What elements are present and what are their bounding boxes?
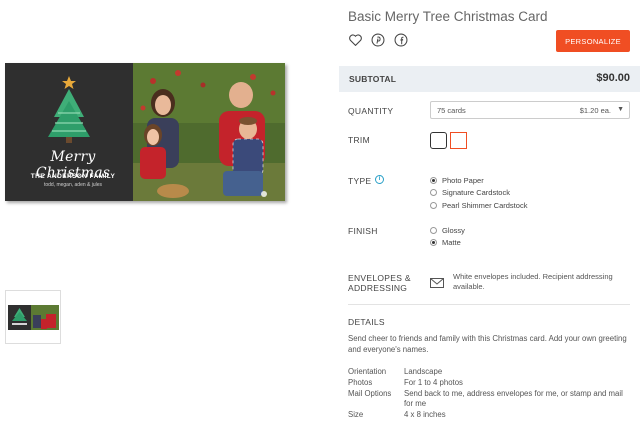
card-thumbnail[interactable]	[5, 290, 61, 344]
spec-label-orientation: Orientation	[348, 367, 387, 376]
card-family-members: todd, megan, aden & jules	[43, 182, 103, 188]
heart-icon[interactable]	[348, 33, 362, 47]
chevron-down-icon: ▼	[617, 106, 624, 113]
finish-label: FINISH	[348, 226, 378, 236]
family-photo	[133, 63, 285, 201]
finish-option-glossy[interactable]: Glossy	[430, 226, 465, 235]
type-option-photo-paper[interactable]: Photo Paper	[430, 176, 484, 185]
spec-value-size: 4 x 8 inches	[404, 410, 446, 419]
quantity-selected-value: 75 cards	[437, 106, 466, 115]
quantity-select[interactable]: 75 cards $1.20 ea. ▼	[430, 101, 630, 119]
spec-label-photos: Photos	[348, 378, 373, 387]
finish-option-label: Glossy	[442, 226, 465, 235]
facebook-icon[interactable]	[394, 33, 408, 47]
envelopes-label-line1: ENVELOPES &	[348, 273, 411, 283]
spec-label-size: Size	[348, 410, 364, 419]
card-design-panel: Merry Christmas THE ANDERSON FAMILY todd…	[5, 63, 133, 201]
radio-checked[interactable]	[430, 239, 437, 246]
radio-unchecked[interactable]	[430, 202, 437, 209]
quantity-unit-price: $1.20 ea.	[579, 106, 611, 115]
spec-value-orientation: Landscape	[404, 367, 443, 376]
type-label: TYPE	[348, 176, 372, 186]
personalize-button[interactable]: PERSONALIZE	[556, 30, 630, 52]
spec-value-photos: For 1 to 4 photos	[404, 378, 463, 387]
trim-label: TRIM	[348, 135, 370, 145]
trim-square-option[interactable]	[450, 132, 467, 149]
share-actions	[348, 33, 408, 47]
details-heading: DETAILS	[348, 317, 385, 327]
type-option-label: Pearl Shimmer Cardstock	[442, 201, 528, 210]
photo-edit-dot[interactable]	[261, 191, 267, 197]
type-option-signature-cardstock[interactable]: Signature Cardstock	[430, 188, 510, 197]
envelopes-description: White envelopes included. Recipient addr…	[453, 272, 613, 291]
envelope-icon	[430, 275, 444, 293]
pinterest-icon[interactable]	[371, 33, 385, 47]
spec-label-mail-options: Mail Options	[348, 389, 392, 398]
type-option-label: Signature Cardstock	[442, 188, 510, 197]
radio-unchecked[interactable]	[430, 189, 437, 196]
envelopes-label-line2: ADDRESSING	[348, 283, 408, 293]
type-option-pearl-shimmer[interactable]: Pearl Shimmer Cardstock	[430, 201, 527, 210]
spec-value-mail-options: Send back to me, address envelopes for m…	[404, 389, 623, 408]
christmas-tree-graphic	[48, 76, 90, 143]
subtotal-label: SUBTOTAL	[349, 74, 397, 84]
radio-unchecked[interactable]	[430, 227, 437, 234]
section-divider	[348, 304, 630, 305]
finish-option-label: Matte	[442, 238, 461, 247]
radio-checked[interactable]	[430, 177, 437, 184]
card-family-name: THE ANDERSON FAMILY	[30, 173, 116, 180]
type-option-label: Photo Paper	[442, 176, 484, 185]
subtotal-bar: SUBTOTAL $90.00	[339, 66, 640, 92]
trim-rounded-option[interactable]	[430, 132, 447, 149]
thumbnail-image	[8, 305, 59, 330]
subtotal-value: $90.00	[596, 72, 630, 84]
product-title: Basic Merry Tree Christmas Card	[348, 9, 548, 24]
finish-option-matte[interactable]: Matte	[430, 238, 461, 247]
details-description: Send cheer to friends and family with th…	[348, 334, 627, 354]
quantity-label: QUANTITY	[348, 106, 394, 116]
card-preview-image[interactable]: Merry Christmas THE ANDERSON FAMILY todd…	[5, 63, 285, 201]
info-icon[interactable]: i	[375, 175, 384, 184]
